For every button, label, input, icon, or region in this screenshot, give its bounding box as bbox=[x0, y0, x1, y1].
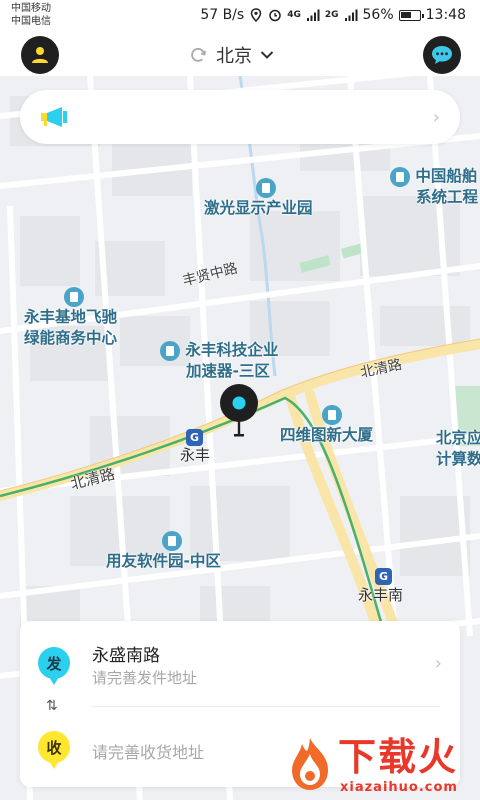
poi-yonyou[interactable]: 用友软件园-中区 bbox=[106, 530, 221, 572]
poi-beijing-computing[interactable]: 北京应 计算数 bbox=[436, 428, 480, 470]
location-icon bbox=[250, 8, 262, 22]
signal-icon-2 bbox=[344, 9, 358, 21]
alarm-icon bbox=[269, 9, 281, 22]
metro-yongfeng[interactable]: 永丰 bbox=[180, 444, 210, 465]
network-speed: 57 B/s bbox=[200, 7, 245, 23]
watermark: 下载火 xiazaihuo.com bbox=[286, 734, 480, 800]
building-icon bbox=[160, 340, 180, 361]
notice-bar[interactable]: › bbox=[20, 90, 460, 144]
clock: 13:48 bbox=[425, 7, 466, 23]
status-bar: 中国移动 中国电信 57 B/s 4G 2G 56% 13:48 bbox=[0, 0, 480, 32]
building-icon bbox=[256, 177, 276, 198]
receive-badge: 收 bbox=[38, 731, 70, 769]
send-chevron-icon[interactable]: › bbox=[435, 653, 442, 674]
signal-icon-1 bbox=[306, 9, 320, 21]
send-badge: 发 bbox=[38, 647, 70, 685]
profile-button[interactable] bbox=[21, 36, 59, 74]
building-icon bbox=[322, 404, 342, 425]
city-selector[interactable]: 北京 bbox=[188, 42, 274, 68]
poi-navinfo[interactable]: 四维图新大厦 bbox=[280, 404, 373, 446]
notice-chevron-icon: › bbox=[432, 107, 440, 128]
chat-bubble-icon bbox=[432, 46, 452, 64]
send-address[interactable]: 永盛南路 bbox=[92, 641, 160, 666]
megaphone-icon bbox=[41, 107, 67, 127]
net-type-2: 2G bbox=[324, 10, 339, 20]
status-indicators: 57 B/s 4G 2G 56% 13:48 bbox=[200, 7, 466, 23]
watermark-text: 下载火 bbox=[338, 735, 459, 779]
poi-accelerator[interactable]: 永丰科技企业 加速器-三区 bbox=[160, 340, 278, 382]
carrier-1: 中国移动 bbox=[11, 3, 51, 14]
flame-logo-icon bbox=[292, 738, 328, 790]
building-icon bbox=[162, 530, 182, 551]
net-type-1: 4G bbox=[287, 10, 301, 20]
receive-hint[interactable]: 请完善收货地址 bbox=[92, 739, 204, 763]
metro-icon: G bbox=[375, 568, 392, 585]
app-header: 北京 bbox=[0, 32, 480, 76]
battery-percent: 56% bbox=[362, 7, 394, 23]
location-pin-icon[interactable] bbox=[219, 384, 259, 440]
poi-cssc[interactable]: 中国船舶 系统工程 bbox=[390, 166, 478, 208]
city-name: 北京 bbox=[216, 46, 252, 67]
user-icon bbox=[32, 47, 48, 63]
watermark-url: xiazaihuo.com bbox=[340, 780, 458, 795]
carrier-2: 中国电信 bbox=[11, 16, 51, 27]
refresh-icon[interactable] bbox=[188, 45, 208, 65]
building-icon bbox=[64, 286, 84, 307]
message-button[interactable] bbox=[423, 36, 461, 74]
poi-yongfeng-base[interactable]: 永丰基地飞驰 绿能商务中心 bbox=[24, 286, 117, 349]
swap-icon[interactable]: ⇅ bbox=[46, 698, 58, 714]
divider bbox=[92, 706, 440, 707]
building-icon bbox=[390, 166, 410, 187]
poi-laser-park[interactable]: 激光显示产业园 bbox=[204, 177, 313, 219]
chevron-down-icon bbox=[260, 51, 274, 59]
battery-icon bbox=[398, 9, 424, 21]
metro-yongfeng-south[interactable]: 永丰南 bbox=[358, 584, 403, 605]
send-hint[interactable]: 请完善发件地址 bbox=[92, 667, 197, 688]
